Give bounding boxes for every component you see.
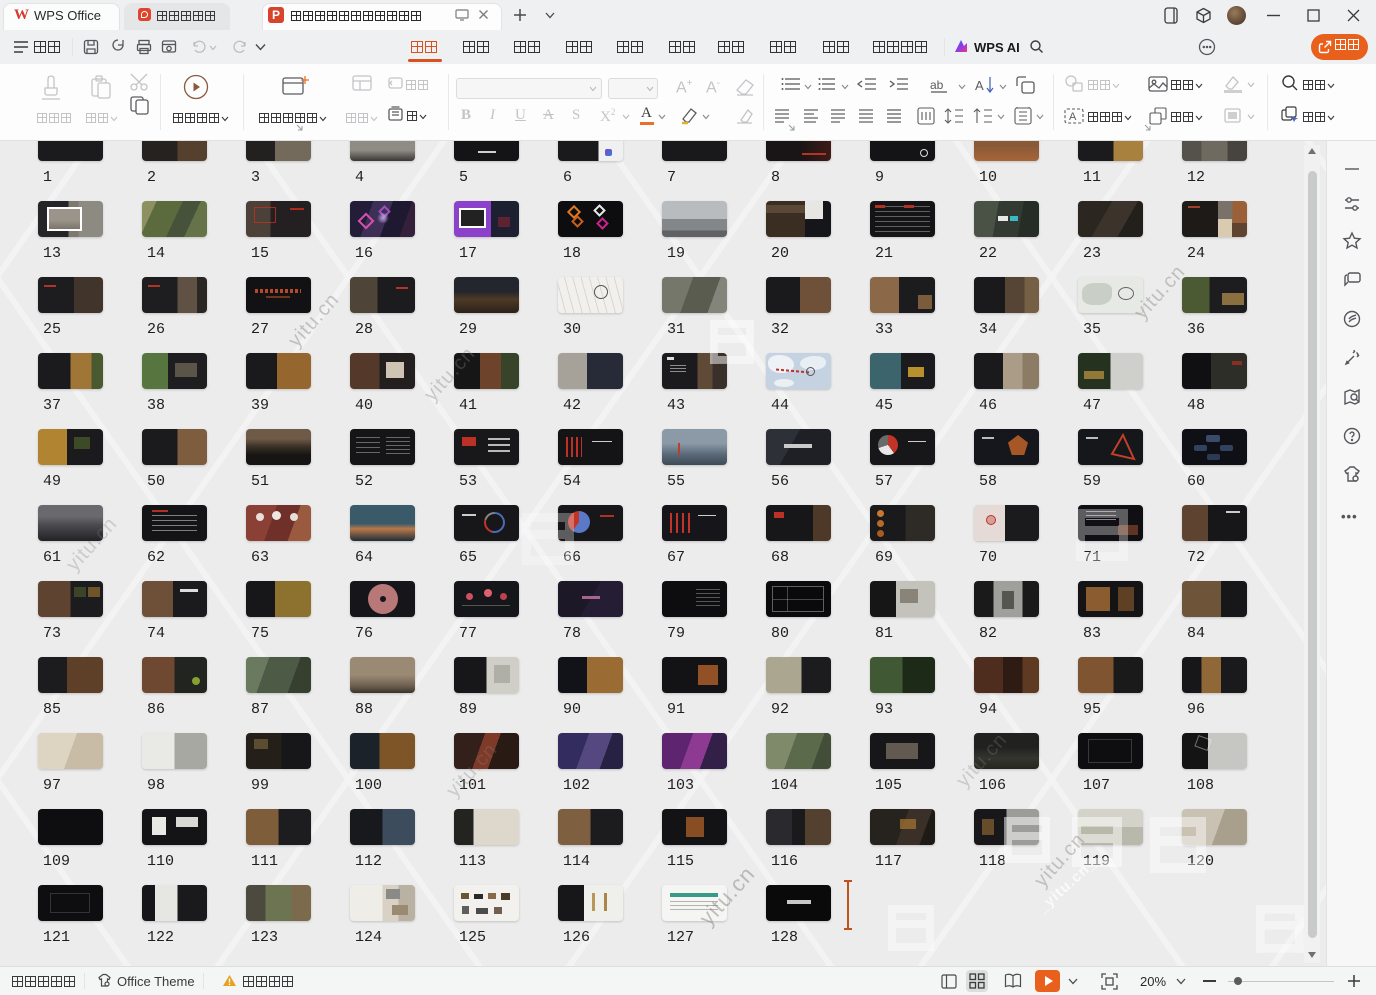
svg-text:ab: ab bbox=[930, 78, 944, 92]
svg-text:A: A bbox=[1069, 111, 1077, 123]
svg-text:A: A bbox=[975, 78, 984, 93]
